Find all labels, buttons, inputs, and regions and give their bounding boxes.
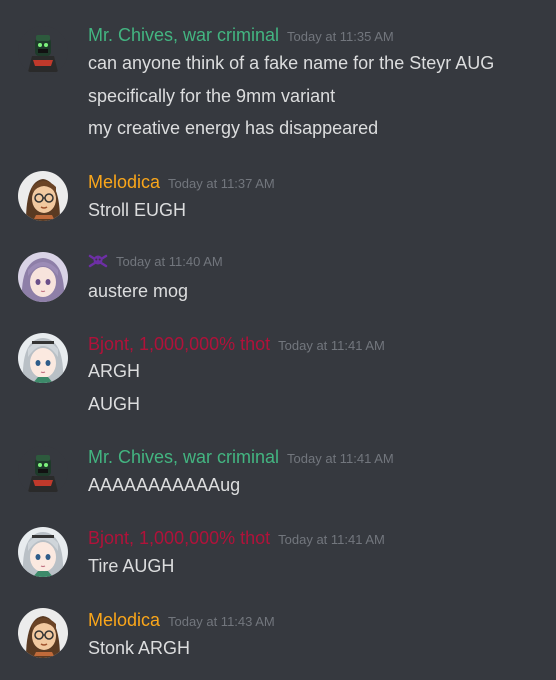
silver-hair-avatar[interactable]: [18, 333, 68, 383]
message-header: Mr. Chives, war criminal Today at 11:41 A…: [88, 447, 394, 468]
soldier-avatar-image: [18, 26, 68, 76]
message-text: Stonk ARGH: [88, 638, 191, 658]
silver-hair-avatar-image: [18, 527, 68, 577]
soldier-avatar-image: [18, 446, 68, 496]
soldier-avatar[interactable]: [18, 446, 68, 496]
message-text: AAAAAAAAAAAug: [88, 475, 241, 495]
message-header: Mr. Chives, war criminal Today at 11:35 A…: [88, 25, 394, 46]
message-header: Bjont, 1,000,000% thot Today at 11:41 AM: [88, 528, 385, 549]
timestamp: Today at 11:35 AM: [287, 29, 394, 44]
message-text: can anyone think of a fake name for the …: [88, 53, 495, 73]
timestamp: Today at 11:41 AM: [287, 451, 394, 466]
soldier-avatar[interactable]: [18, 26, 68, 76]
message-text: my creative energy has disappeared: [88, 118, 379, 138]
message-header: Today at 11:40 AM: [88, 253, 223, 273]
timestamp: Today at 11:43 AM: [168, 614, 275, 629]
timestamp: Today at 11:37 AM: [168, 176, 275, 191]
author-name[interactable]: Mr. Chives, war criminal: [88, 447, 279, 467]
silver-hair-avatar-image: [18, 333, 68, 383]
skull-crossbones-icon[interactable]: [88, 254, 108, 273]
author-name[interactable]: Melodica: [88, 172, 160, 192]
message-text: Tire AUGH: [88, 556, 175, 576]
message-text: Stroll EUGH: [88, 200, 187, 220]
message-header: Melodica Today at 11:43 AM: [88, 610, 275, 631]
message-header: Melodica Today at 11:37 AM: [88, 172, 275, 193]
purple-hair-avatar[interactable]: [18, 252, 68, 302]
purple-hair-avatar-image: [18, 252, 68, 302]
glasses-girl-avatar[interactable]: [18, 608, 68, 658]
message-text: AUGH: [88, 394, 141, 414]
glasses-girl-avatar[interactable]: [18, 171, 68, 221]
message-text: austere mog: [88, 281, 189, 301]
message-text: ARGH: [88, 361, 141, 381]
timestamp: Today at 11:41 AM: [278, 338, 385, 353]
message-header: Bjont, 1,000,000% thot Today at 11:41 AM: [88, 334, 385, 355]
timestamp: Today at 11:40 AM: [116, 254, 223, 269]
author-name[interactable]: Bjont, 1,000,000% thot: [88, 528, 270, 548]
glasses-girl-avatar-image: [18, 608, 68, 658]
author-name[interactable]: Mr. Chives, war criminal: [88, 25, 279, 45]
silver-hair-avatar[interactable]: [18, 527, 68, 577]
message-text: specifically for the 9mm variant: [88, 86, 336, 106]
author-name[interactable]: Bjont, 1,000,000% thot: [88, 334, 270, 354]
timestamp: Today at 11:41 AM: [278, 532, 385, 547]
glasses-girl-avatar-image: [18, 171, 68, 221]
author-name[interactable]: Melodica: [88, 610, 160, 630]
